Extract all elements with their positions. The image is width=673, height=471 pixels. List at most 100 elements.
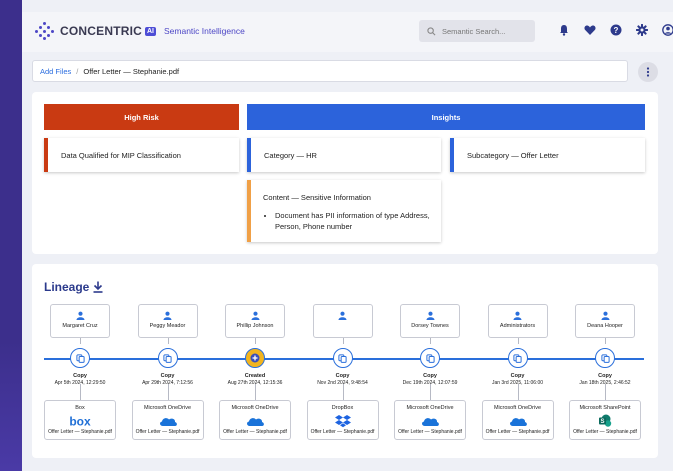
svg-text:S: S [600,419,604,425]
bell-icon[interactable] [556,22,572,38]
source-logo [420,413,440,428]
user-icon [75,311,85,320]
user-icon [338,311,347,320]
svg-text:box: box [69,415,91,427]
lineage-user-card[interactable]: Phillip Johnson [225,304,285,338]
classification-panel: High Risk Insights Data Qualified for MI… [32,92,658,254]
help-icon[interactable]: ? [608,22,624,38]
connector-line [167,338,169,344]
kebab-menu-icon [646,67,650,77]
high-risk-header: High Risk [44,104,239,130]
lineage-user-name: Deana Hooper [587,323,623,329]
lineage-source-card[interactable]: Microsoft OneDrive Offer Letter — Stephan… [219,400,291,440]
lineage-source-name: Microsoft SharePoint [579,405,631,411]
lineage-event-marker[interactable] [507,348,528,368]
top-bar: CONCENTRIC AI Semantic Intelligence Sema… [22,12,673,52]
connector-line [430,338,431,344]
lineage-source-name: Microsoft OneDrive [493,405,542,411]
lineage-action: Copy [423,373,437,379]
lineage-action: Copy [335,373,350,379]
brand-logo[interactable]: CONCENTRIC AI Semantic Intelligence [34,22,245,40]
source-logo: box [69,413,91,428]
heart-icon[interactable] [582,22,598,38]
lineage-source-card[interactable]: Microsoft OneDrive Offer Letter — Stephan… [481,400,554,440]
user-icon [250,311,260,320]
lineage-file-name: Offer Letter — Stephanie.pdf [573,429,637,435]
insight-category: Category — HR [247,138,441,172]
lineage-event-marker[interactable] [595,348,615,368]
more-options-button[interactable] [638,62,658,82]
lineage-action: Copy [73,373,87,379]
source-logo [334,413,351,428]
user-icon [513,311,522,320]
lineage-user-card[interactable]: Deana Hooper [575,304,635,338]
connector-line [605,338,606,344]
connector-line [342,384,344,401]
lineage-source-name: DropBox [331,405,354,411]
lineage-file-name: Offer Letter — Stephanie.pdf [485,429,550,435]
lineage-user-card[interactable] [312,304,373,338]
onedrive-cloud-icon [509,417,527,426]
lineage-file-name: Offer Letter — Stephanie.pdf [135,429,200,435]
lineage-event-marker[interactable] [245,348,265,368]
lineage-event-marker[interactable] [70,348,90,368]
brand-subtitle: Semantic Intelligence [164,26,245,36]
lineage-source-name: Microsoft OneDrive [406,405,454,411]
insight-content: Content — Sensitive Information Document… [247,180,441,242]
lineage-panel: Lineage Margaret Cruz Copy Apr 5th 2024, 1… [32,264,658,458]
gear-icon[interactable] [634,22,650,38]
insight-subcategory: Subcategory — Offer Letter [450,138,645,172]
lineage-title: Lineage [44,280,90,294]
copy-icon [163,353,172,363]
lineage-event-marker[interactable] [332,348,353,368]
svg-text:?: ? [614,26,619,35]
copy-icon [513,353,522,363]
connector-line [80,384,81,401]
search-icon [427,26,436,35]
content-title: Content — Sensitive Information [263,193,371,202]
semantic-search-input[interactable]: Semantic Search... [419,20,535,42]
source-logo [158,413,178,428]
connector-line [517,384,519,401]
connector-line [255,384,256,401]
user-circle-icon[interactable] [660,22,673,38]
lineage-user-card[interactable]: Margaret Cruz [50,304,110,338]
lineage-source-card[interactable]: Box box Offer Letter — Stephanie.pdf [44,400,116,440]
logo-mark-icon [34,22,56,40]
lineage-user-card[interactable]: Dorsey Townes [400,304,460,338]
lineage-source-card[interactable]: DropBox Offer Letter — Stephanie.pdf [306,400,379,440]
copy-icon [600,353,610,363]
lineage-file-name: Offer Letter — Stephanie.pdf [223,429,287,435]
connector-line [517,338,519,344]
lineage-source-card[interactable]: Microsoft OneDrive Offer Letter — Stephan… [394,400,466,440]
lineage-file-name: Offer Letter — Stephanie.pdf [310,429,375,435]
lineage-user-name: Dorsey Townes [411,323,449,329]
onedrive-cloud-icon [422,417,439,426]
box-logo-icon: box [69,415,91,427]
copy-icon [75,353,85,363]
connector-line [605,384,606,401]
lineage-action: Copy [160,373,175,379]
source-logo [245,413,265,428]
lineage-action: Copy [510,373,525,379]
lineage-user-name: Peggy Meador [149,323,186,329]
insights-header: Insights [247,104,645,130]
connector-line [342,338,344,344]
user-icon [600,311,610,320]
lineage-user-card[interactable]: Administrators [487,304,548,338]
lineage-source-card[interactable]: Microsoft OneDrive Offer Letter — Stephan… [131,400,204,440]
download-icon[interactable] [93,280,103,298]
connector-line [430,384,431,401]
lineage-event-marker[interactable] [157,348,178,368]
dropbox-icon [334,414,351,427]
lineage-source-card[interactable]: Microsoft SharePoint S Offer Letter — Step… [569,400,641,440]
source-logo: S [598,413,612,428]
lineage-file-name: Offer Letter — Stephanie.pdf [48,429,112,435]
brand-badge: AI [145,26,156,36]
search-placeholder: Semantic Search... [442,26,506,36]
lineage-user-card[interactable]: Peggy Meador [137,304,198,338]
lineage-event-marker[interactable] [420,348,440,368]
lineage-source-name: Microsoft OneDrive [143,405,192,411]
breadcrumb-add-files-link[interactable]: Add Files [40,67,71,76]
breadcrumb-current: Offer Letter — Stephanie.pdf [83,66,180,76]
